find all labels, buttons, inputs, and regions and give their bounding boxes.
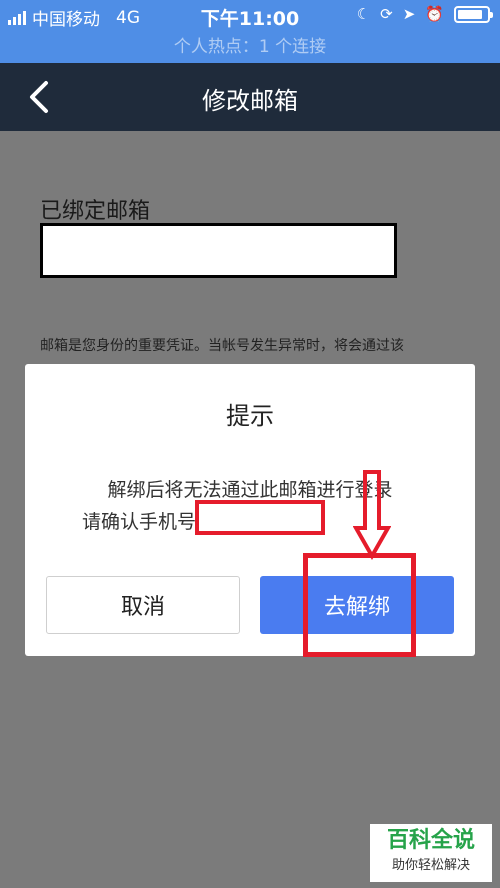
navbar: 修改邮箱 — [0, 63, 500, 131]
battery-icon — [454, 5, 493, 23]
cancel-button[interactable]: 取消 — [46, 576, 240, 634]
location-icon: ➤ — [402, 5, 416, 23]
status-right: ☾ ⟳ ➤ ⏰ — [356, 5, 493, 23]
watermark-sub: 助你轻松解决 — [391, 858, 470, 873]
battery-fill — [458, 9, 482, 19]
email-note: 邮箱是您身份的重要凭证。当帐号发生异常时，将会通过该 — [40, 338, 404, 354]
bound-email-label: 已绑定邮箱 — [40, 199, 151, 224]
page-title: 修改邮箱 — [202, 87, 298, 115]
bound-email-value — [40, 223, 397, 278]
dialog-message-line1: 解绑后将无法通过此邮箱进行登录 — [107, 479, 393, 501]
watermark-main: 百科全说 — [386, 828, 475, 853]
rotation-lock-icon: ⟳ — [380, 5, 393, 23]
moon-icon: ☾ — [356, 5, 371, 23]
watermark-logo: 百科全说 助你轻松解决 — [370, 824, 492, 882]
status-bar: 中国移动 4G 下午11:00 ☾ ⟳ ➤ ⏰ — [0, 0, 500, 33]
highlight-box — [303, 553, 416, 657]
redaction-box — [195, 500, 325, 535]
alarm-icon: ⏰ — [425, 5, 444, 23]
red-arrow-icon — [353, 470, 391, 560]
dialog-title: 提示 — [226, 402, 274, 430]
hotspot-banner[interactable]: 个人热点：1 个连接 — [0, 33, 500, 63]
